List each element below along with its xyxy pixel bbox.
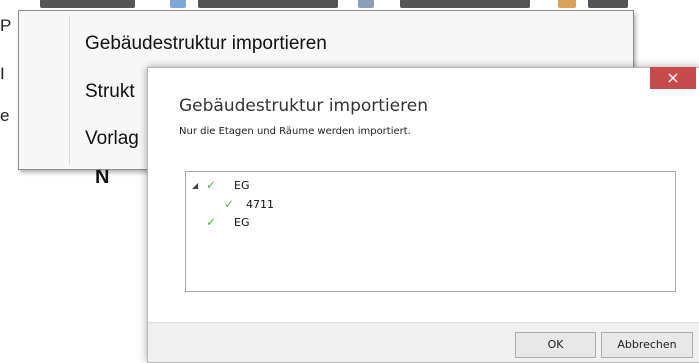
dialog-subtitle: Nur die Etagen und Räume werden importie…	[179, 126, 411, 137]
background-fragment: P	[0, 16, 12, 35]
background-toolbar-item	[198, 0, 338, 8]
structure-tree[interactable]: ◢ ✓ EG ✓ 4711 ✓ EG	[185, 171, 676, 292]
background-toolbar-item	[588, 0, 628, 8]
menu-item-template[interactable]: Vorlag	[85, 128, 139, 150]
cancel-button[interactable]: Abbrechen	[601, 332, 693, 358]
background-fragment: e	[0, 106, 10, 125]
check-icon[interactable]: ✓	[206, 215, 216, 229]
expand-collapse-icon[interactable]: ◢	[192, 181, 198, 190]
background-toolbar-icon	[170, 0, 186, 8]
tree-node-label: 4711	[246, 198, 274, 211]
ok-button[interactable]: OK	[515, 332, 596, 358]
close-icon: ×	[666, 68, 680, 87]
check-icon[interactable]: ✓	[206, 178, 216, 192]
close-button[interactable]: ×	[650, 67, 696, 89]
background-toolbar-item	[40, 0, 135, 8]
background-toolbar-icon	[358, 0, 374, 8]
menu-item-import-structure[interactable]: Gebäudestruktur importieren	[85, 33, 327, 55]
check-icon[interactable]: ✓	[224, 197, 234, 211]
menu-item-structure[interactable]: Strukt	[85, 81, 135, 103]
background-toolbar-item	[400, 0, 530, 8]
tree-node-label: EG	[234, 216, 250, 229]
import-dialog: × Gebäudestruktur importieren Nur die Et…	[147, 67, 699, 363]
dialog-footer: OK Abbrechen	[148, 322, 699, 362]
background-fragment: I	[0, 64, 5, 83]
menu-gutter-separator	[69, 15, 70, 165]
tree-node-label: EG	[234, 179, 250, 192]
dialog-title: Gebäudestruktur importieren	[179, 96, 428, 116]
background-toolbar-icon	[558, 0, 576, 8]
